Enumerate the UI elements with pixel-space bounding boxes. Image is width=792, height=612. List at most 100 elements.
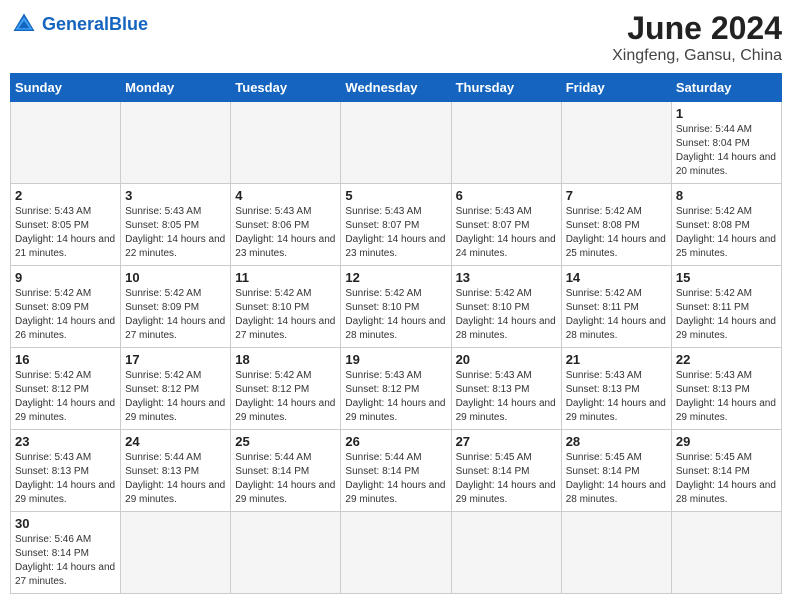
empty-cell (11, 102, 121, 184)
day-number: 5 (345, 188, 446, 203)
day-cell-5: 5 Sunrise: 5:43 AMSunset: 8:07 PMDaylight… (341, 184, 451, 266)
location-title: Xingfeng, Gansu, China (612, 47, 782, 65)
day-number: 29 (676, 434, 777, 449)
day-info: Sunrise: 5:43 AMSunset: 8:13 PMDaylight:… (676, 369, 777, 425)
day-info: Sunrise: 5:43 AMSunset: 8:13 PMDaylight:… (15, 451, 116, 507)
day-cell-1: 1 Sunrise: 5:44 AMSunset: 8:04 PMDaylight… (671, 102, 781, 184)
day-info: Sunrise: 5:43 AMSunset: 8:05 PMDaylight:… (15, 205, 116, 261)
day-number: 26 (345, 434, 446, 449)
day-info: Sunrise: 5:44 AMSunset: 8:04 PMDaylight:… (676, 123, 777, 179)
calendar-table: SundayMondayTuesdayWednesdayThursdayFrid… (10, 73, 782, 594)
day-number: 3 (125, 188, 226, 203)
day-cell-15: 15 Sunrise: 5:42 AMSunset: 8:11 PMDayligh… (671, 266, 781, 348)
weekday-header-thursday: Thursday (451, 74, 561, 102)
empty-cell (451, 102, 561, 184)
day-info: Sunrise: 5:42 AMSunset: 8:12 PMDaylight:… (15, 369, 116, 425)
day-info: Sunrise: 5:42 AMSunset: 8:10 PMDaylight:… (235, 287, 336, 343)
weekday-header-tuesday: Tuesday (231, 74, 341, 102)
day-number: 20 (456, 352, 557, 367)
day-cell-24: 24Sunrise: 5:44 AMSunset: 8:13 PMDayligh… (121, 430, 231, 512)
day-number: 14 (566, 270, 667, 285)
weekday-header-row: SundayMondayTuesdayWednesdayThursdayFrid… (11, 74, 782, 102)
empty-cell (561, 512, 671, 594)
calendar-row-2: 9 Sunrise: 5:42 AMSunset: 8:09 PMDaylight… (11, 266, 782, 348)
day-cell-12: 12Sunrise: 5:42 AMSunset: 8:10 PMDayligh… (341, 266, 451, 348)
day-info: Sunrise: 5:42 AMSunset: 8:08 PMDaylight:… (566, 205, 667, 261)
day-info: Sunrise: 5:42 AMSunset: 8:08 PMDaylight:… (676, 205, 777, 261)
empty-cell (341, 512, 451, 594)
day-info: Sunrise: 5:43 AMSunset: 8:12 PMDaylight:… (345, 369, 446, 425)
day-number: 1 (676, 106, 777, 121)
empty-cell (231, 102, 341, 184)
day-number: 11 (235, 270, 336, 285)
day-cell-28: 28Sunrise: 5:45 AMSunset: 8:14 PMDayligh… (561, 430, 671, 512)
day-info: Sunrise: 5:42 AMSunset: 8:11 PMDaylight:… (566, 287, 667, 343)
day-number: 4 (235, 188, 336, 203)
weekday-header-friday: Friday (561, 74, 671, 102)
day-cell-6: 6 Sunrise: 5:43 AMSunset: 8:07 PMDaylight… (451, 184, 561, 266)
day-number: 17 (125, 352, 226, 367)
day-info: Sunrise: 5:46 AMSunset: 8:14 PMDaylight:… (15, 533, 116, 589)
day-info: Sunrise: 5:44 AMSunset: 8:13 PMDaylight:… (125, 451, 226, 507)
day-info: Sunrise: 5:43 AMSunset: 8:07 PMDaylight:… (345, 205, 446, 261)
day-info: Sunrise: 5:42 AMSunset: 8:09 PMDaylight:… (15, 287, 116, 343)
empty-cell (451, 512, 561, 594)
day-info: Sunrise: 5:44 AMSunset: 8:14 PMDaylight:… (235, 451, 336, 507)
empty-cell (231, 512, 341, 594)
day-cell-20: 20 Sunrise: 5:43 AMSunset: 8:13 PMDayligh… (451, 348, 561, 430)
day-cell-3: 3 Sunrise: 5:43 AMSunset: 8:05 PMDaylight… (121, 184, 231, 266)
calendar-row-4: 23 Sunrise: 5:43 AMSunset: 8:13 PMDayligh… (11, 430, 782, 512)
day-number: 8 (676, 188, 777, 203)
calendar-row-3: 16Sunrise: 5:42 AMSunset: 8:12 PMDayligh… (11, 348, 782, 430)
day-cell-26: 26 Sunrise: 5:44 AMSunset: 8:14 PMDayligh… (341, 430, 451, 512)
title-area: June 2024 Xingfeng, Gansu, China (612, 10, 782, 65)
weekday-header-monday: Monday (121, 74, 231, 102)
day-number: 21 (566, 352, 667, 367)
day-cell-2: 2Sunrise: 5:43 AMSunset: 8:05 PMDaylight… (11, 184, 121, 266)
day-number: 18 (235, 352, 336, 367)
weekday-header-saturday: Saturday (671, 74, 781, 102)
empty-cell (121, 512, 231, 594)
day-cell-11: 11 Sunrise: 5:42 AMSunset: 8:10 PMDayligh… (231, 266, 341, 348)
logo: GeneralBlue (10, 10, 148, 38)
day-cell-22: 22Sunrise: 5:43 AMSunset: 8:13 PMDayligh… (671, 348, 781, 430)
day-cell-29: 29 Sunrise: 5:45 AMSunset: 8:14 PMDayligh… (671, 430, 781, 512)
day-cell-27: 27Sunrise: 5:45 AMSunset: 8:14 PMDayligh… (451, 430, 561, 512)
day-cell-8: 8 Sunrise: 5:42 AMSunset: 8:08 PMDaylight… (671, 184, 781, 266)
day-info: Sunrise: 5:43 AMSunset: 8:13 PMDaylight:… (456, 369, 557, 425)
day-cell-9: 9 Sunrise: 5:42 AMSunset: 8:09 PMDaylight… (11, 266, 121, 348)
day-info: Sunrise: 5:43 AMSunset: 8:07 PMDaylight:… (456, 205, 557, 261)
day-info: Sunrise: 5:45 AMSunset: 8:14 PMDaylight:… (566, 451, 667, 507)
logo-icon (10, 10, 38, 38)
day-number: 25 (235, 434, 336, 449)
day-cell-25: 25 Sunrise: 5:44 AMSunset: 8:14 PMDayligh… (231, 430, 341, 512)
day-number: 6 (456, 188, 557, 203)
day-number: 19 (345, 352, 446, 367)
day-cell-18: 18 Sunrise: 5:42 AMSunset: 8:12 PMDayligh… (231, 348, 341, 430)
calendar-row-1: 2Sunrise: 5:43 AMSunset: 8:05 PMDaylight… (11, 184, 782, 266)
day-info: Sunrise: 5:42 AMSunset: 8:12 PMDaylight:… (235, 369, 336, 425)
weekday-header-sunday: Sunday (11, 74, 121, 102)
day-number: 23 (15, 434, 116, 449)
day-info: Sunrise: 5:42 AMSunset: 8:11 PMDaylight:… (676, 287, 777, 343)
day-number: 27 (456, 434, 557, 449)
day-cell-4: 4Sunrise: 5:43 AMSunset: 8:06 PMDaylight… (231, 184, 341, 266)
day-cell-17: 17Sunrise: 5:42 AMSunset: 8:12 PMDayligh… (121, 348, 231, 430)
day-info: Sunrise: 5:42 AMSunset: 8:09 PMDaylight:… (125, 287, 226, 343)
day-cell-21: 21Sunrise: 5:43 AMSunset: 8:13 PMDayligh… (561, 348, 671, 430)
day-info: Sunrise: 5:45 AMSunset: 8:14 PMDaylight:… (676, 451, 777, 507)
calendar-row-0: 1 Sunrise: 5:44 AMSunset: 8:04 PMDaylight… (11, 102, 782, 184)
day-info: Sunrise: 5:44 AMSunset: 8:14 PMDaylight:… (345, 451, 446, 507)
day-cell-10: 10Sunrise: 5:42 AMSunset: 8:09 PMDayligh… (121, 266, 231, 348)
day-cell-13: 13Sunrise: 5:42 AMSunset: 8:10 PMDayligh… (451, 266, 561, 348)
empty-cell (121, 102, 231, 184)
day-number: 12 (345, 270, 446, 285)
day-info: Sunrise: 5:43 AMSunset: 8:05 PMDaylight:… (125, 205, 226, 261)
day-number: 7 (566, 188, 667, 203)
day-number: 15 (676, 270, 777, 285)
day-info: Sunrise: 5:42 AMSunset: 8:10 PMDaylight:… (456, 287, 557, 343)
day-number: 9 (15, 270, 116, 285)
empty-cell (671, 512, 781, 594)
header: GeneralBlue June 2024 Xingfeng, Gansu, C… (10, 10, 782, 65)
empty-cell (561, 102, 671, 184)
